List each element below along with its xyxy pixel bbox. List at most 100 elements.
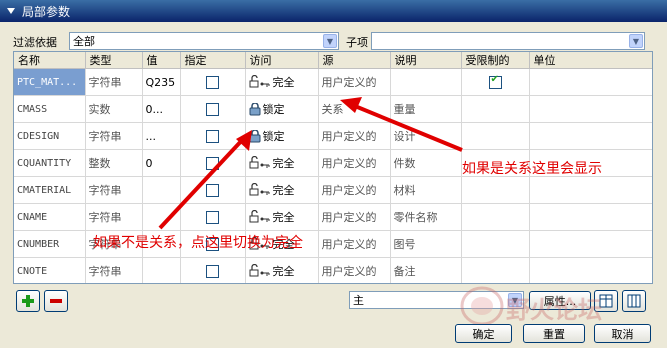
cell-assigned[interactable] <box>180 257 246 283</box>
unlock-icon[interactable] <box>249 74 271 89</box>
col-unit[interactable]: 单位 <box>529 52 652 69</box>
cell-restricted[interactable] <box>461 230 530 258</box>
chevron-down-icon[interactable]: ▼ <box>323 34 337 48</box>
lock-icon[interactable] <box>249 129 261 143</box>
cell-access[interactable]: 完全 <box>245 203 319 231</box>
col-assigned[interactable]: 指定 <box>180 52 246 69</box>
cell-unit[interactable] <box>529 257 652 283</box>
cell-access[interactable]: 锁定 <box>245 95 319 123</box>
cell-access[interactable]: 完全 <box>245 68 319 96</box>
cell-name[interactable]: CMATERIAL <box>14 176 86 204</box>
assigned-checkbox[interactable] <box>206 75 219 89</box>
cell-restricted[interactable] <box>461 176 530 204</box>
cell-name[interactable]: CDESIGN <box>14 122 86 150</box>
remove-parameter-button[interactable] <box>44 290 68 312</box>
assigned-checkbox[interactable] <box>206 129 219 143</box>
col-type[interactable]: 类型 <box>85 52 143 69</box>
col-name[interactable]: 名称 <box>14 52 86 69</box>
assigned-checkbox[interactable] <box>206 264 219 278</box>
cell-value[interactable] <box>142 257 181 283</box>
cell-name[interactable]: CNAME <box>14 203 86 231</box>
cell-name[interactable]: CNUMBER <box>14 230 86 258</box>
cell-restricted[interactable] <box>461 257 530 283</box>
lock-icon[interactable] <box>249 102 261 116</box>
cell-restricted[interactable] <box>461 95 530 123</box>
cell-assigned[interactable] <box>180 68 246 96</box>
cell-description[interactable]: 材料 <box>390 176 462 204</box>
cell-value[interactable]: Q235 <box>142 68 181 96</box>
assigned-checkbox[interactable] <box>206 156 219 170</box>
cell-access[interactable]: 完全 <box>245 176 319 204</box>
cell-access[interactable]: 完全 <box>245 257 319 283</box>
cell-type[interactable]: 字符串 <box>85 176 143 204</box>
cell-unit[interactable] <box>529 95 652 123</box>
cell-description[interactable]: 重量 <box>390 95 462 123</box>
cancel-button[interactable]: 取消 <box>594 324 651 343</box>
assigned-checkbox[interactable] <box>206 210 219 224</box>
cell-assigned[interactable] <box>180 149 246 177</box>
cell-type[interactable]: 字符串 <box>85 203 143 231</box>
table-row[interactable]: CMATERIAL 字符串 完全 用户定义的 材料 <box>14 176 652 204</box>
cell-value[interactable]: ... <box>142 122 181 150</box>
filter-select[interactable]: 全部 ▼ <box>69 32 339 50</box>
ok-label: 确定 <box>472 327 495 341</box>
cell-access[interactable]: 锁定 <box>245 122 319 150</box>
cell-restricted[interactable] <box>461 68 530 96</box>
cell-unit[interactable] <box>529 203 652 231</box>
cell-assigned[interactable] <box>180 122 246 150</box>
cell-description[interactable]: 零件名称 <box>390 203 462 231</box>
cell-description[interactable]: 件数 <box>390 149 462 177</box>
cell-value[interactable]: 0 <box>142 149 181 177</box>
cell-description[interactable] <box>390 68 462 96</box>
col-restricted[interactable]: 受限制的 <box>461 52 530 69</box>
collapse-triangle-icon[interactable] <box>6 6 16 16</box>
unlock-icon[interactable] <box>249 263 271 278</box>
cell-unit[interactable] <box>529 122 652 150</box>
restricted-checkbox[interactable] <box>488 74 502 89</box>
cell-name[interactable]: CQUANTITY <box>14 149 86 177</box>
cell-value[interactable] <box>142 176 181 204</box>
cell-assigned[interactable] <box>180 203 246 231</box>
unlock-icon[interactable] <box>249 155 271 170</box>
table-row[interactable]: PTC_MAT... 字符串 Q235 完全 用户定义的 <box>14 68 652 96</box>
unlock-icon[interactable] <box>249 209 271 224</box>
cell-value[interactable]: 0... <box>142 95 181 123</box>
cell-restricted[interactable] <box>461 203 530 231</box>
chevron-down-icon[interactable]: ▼ <box>629 34 643 48</box>
cell-unit[interactable] <box>529 230 652 258</box>
cell-description[interactable]: 设计 <box>390 122 462 150</box>
assigned-checkbox[interactable] <box>206 102 219 116</box>
cell-name[interactable]: CNOTE <box>14 257 86 283</box>
table-row[interactable]: CDESIGN 字符串... 锁定 用户定义的 设计 <box>14 122 652 150</box>
col-access[interactable]: 访问 <box>245 52 319 69</box>
assigned-checkbox[interactable] <box>206 183 219 197</box>
sub-item-select[interactable]: ▼ <box>371 32 645 50</box>
cell-type[interactable]: 实数 <box>85 95 143 123</box>
col-description[interactable]: 说明 <box>390 52 462 69</box>
table-row[interactable]: CNOTE 字符串 完全 用户定义的 备注 <box>14 257 652 283</box>
col-value[interactable]: 值 <box>142 52 181 69</box>
access-label: 完全 <box>272 265 295 278</box>
cell-type[interactable]: 字符串 <box>85 68 143 96</box>
reset-button[interactable]: 重置 <box>523 324 585 343</box>
cell-name[interactable]: CMASS <box>14 95 86 123</box>
cell-description[interactable]: 图号 <box>390 230 462 258</box>
cell-value[interactable] <box>142 203 181 231</box>
table-row[interactable]: CMASS 实数 0... 锁定 关系 重量 <box>14 95 652 123</box>
cell-assigned[interactable] <box>180 176 246 204</box>
cell-assigned[interactable] <box>180 95 246 123</box>
cell-description[interactable]: 备注 <box>390 257 462 283</box>
ok-button[interactable]: 确定 <box>455 324 512 343</box>
cell-unit[interactable] <box>529 176 652 204</box>
cell-unit[interactable] <box>529 68 652 96</box>
cell-restricted[interactable] <box>461 122 530 150</box>
cell-type[interactable]: 字符串 <box>85 122 143 150</box>
cell-name[interactable]: PTC_MAT... <box>14 68 86 96</box>
add-parameter-button[interactable] <box>16 290 40 312</box>
unlock-icon[interactable] <box>249 182 271 197</box>
cell-type[interactable]: 字符串 <box>85 257 143 283</box>
cell-type[interactable]: 整数 <box>85 149 143 177</box>
cell-access[interactable]: 完全 <box>245 149 319 177</box>
table-row[interactable]: CNAME 字符串 完全 用户定义的 零件名称 <box>14 203 652 231</box>
col-source[interactable]: 源 <box>318 52 391 69</box>
